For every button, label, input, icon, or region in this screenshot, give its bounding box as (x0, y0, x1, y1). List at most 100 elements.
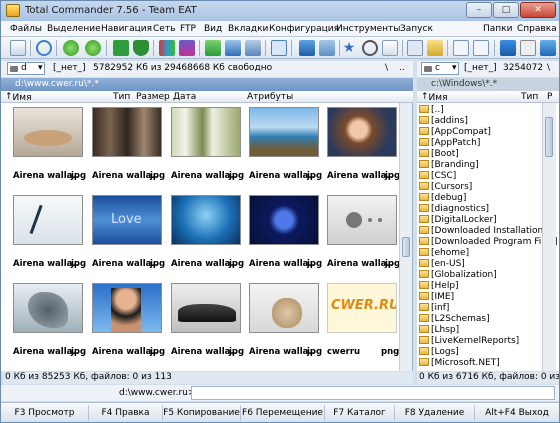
list-item[interactable]: [addins] (419, 116, 468, 127)
unselect-icon[interactable] (245, 40, 261, 56)
minimize-button[interactable]: – (466, 2, 492, 18)
file-item[interactable]: CWER.RU cwerru png (327, 283, 399, 357)
right-path[interactable]: c:\Windows\*.* (417, 78, 559, 91)
menu-navigation[interactable]: Навигация (101, 24, 152, 34)
right-scrollbar[interactable] (542, 103, 556, 371)
copy-names-icon[interactable] (407, 40, 423, 56)
wordpad-icon[interactable] (473, 40, 489, 56)
list-item[interactable]: [Branding] (419, 160, 479, 171)
star-icon[interactable]: ★ (341, 40, 357, 56)
col-name[interactable]: ↑ Имя (421, 92, 447, 103)
tool-icon-2[interactable] (520, 40, 536, 56)
menu-config[interactable]: Конфигурация (269, 24, 339, 34)
close-button[interactable]: ✕ (520, 2, 556, 18)
pack-icon[interactable] (113, 40, 129, 56)
maximize-button[interactable]: □ (493, 2, 519, 18)
list-item[interactable]: [ehome] (419, 248, 469, 259)
file-item[interactable]: Airena walla.. jpg (171, 195, 244, 269)
list-item[interactable]: [Downloaded Installations] (419, 226, 551, 237)
tool-icon[interactable] (500, 40, 516, 56)
col-size[interactable]: Р (547, 92, 552, 102)
list-item[interactable]: [en-US] (419, 259, 465, 270)
title-bar[interactable]: Total Commander 7.56 - Team EAT – □ ✕ (1, 1, 559, 21)
list-item[interactable]: [DigitalLocker] (419, 215, 497, 226)
list-item[interactable]: [LiveKernelReports] (419, 336, 519, 347)
file-item[interactable]: Airena walla.. jpg (92, 283, 165, 357)
file-item[interactable]: Airena walla.. jpg (171, 107, 244, 181)
command-input[interactable] (191, 386, 555, 400)
list-item[interactable]: [Cursors] (419, 182, 472, 193)
scrollbar-thumb[interactable] (402, 237, 410, 257)
left-drive-selector[interactable]: d ▾ (7, 62, 45, 75)
unpack-icon[interactable] (133, 40, 149, 56)
f3-view-button[interactable]: F3 Просмотр (1, 405, 89, 421)
col-type[interactable]: Тип (113, 92, 130, 102)
left-scrollbar[interactable] (399, 103, 412, 371)
brief-view-icon[interactable] (159, 40, 175, 56)
search-icon[interactable] (362, 40, 378, 56)
right-drive-selector[interactable]: c ▾ (421, 62, 459, 75)
menu-view[interactable]: Вид (204, 24, 222, 34)
menu-help[interactable]: Справка (517, 24, 557, 34)
left-file-panel[interactable]: Airena walla.. jpg Airena walla.. jpg Ai… (1, 103, 413, 371)
scrollbar-thumb[interactable] (545, 117, 553, 157)
list-item[interactable]: [debug] (419, 193, 466, 204)
list-item[interactable]: [Globalization] (419, 270, 497, 281)
col-name[interactable]: ↑ Имя (5, 92, 31, 103)
notes-icon[interactable] (427, 40, 443, 56)
settings-icon[interactable] (10, 40, 26, 56)
menu-launch[interactable]: Запуск (400, 24, 433, 34)
menu-ftp[interactable]: FTP (180, 24, 196, 34)
ftp-icon[interactable] (319, 40, 335, 56)
list-item[interactable]: [Help] (419, 281, 459, 292)
compare-icon[interactable] (382, 40, 398, 56)
up-button[interactable]: .. (399, 63, 405, 73)
list-item[interactable]: [Lhsp] (419, 325, 459, 336)
edit-icon[interactable] (271, 40, 287, 56)
col-attributes[interactable]: Атрибуты (247, 92, 293, 102)
list-item[interactable]: [AppPatch] (419, 138, 480, 149)
list-item[interactable]: [CSC] (419, 171, 456, 182)
file-item[interactable]: Airena walla.. jpg (327, 107, 400, 181)
select-icon[interactable] (225, 40, 241, 56)
file-item[interactable]: Airena walla.. jpg (249, 107, 322, 181)
file-item[interactable]: Airena walla.. jpg (249, 195, 322, 269)
menu-folders[interactable]: Папки (483, 24, 512, 34)
back-icon[interactable] (63, 40, 79, 56)
list-item[interactable]: [L2Schemas] (419, 314, 490, 325)
f8-delete-button[interactable]: F8 Удаление (395, 405, 475, 421)
sort-icon[interactable] (205, 40, 221, 56)
file-item[interactable]: Airena walla.. jpg (171, 283, 244, 357)
menu-tabs[interactable]: Вкладки (228, 24, 268, 34)
list-item[interactable]: [Boot] (419, 149, 459, 160)
file-item[interactable]: Love Airena walla.. jpg (92, 195, 165, 269)
list-item[interactable]: [Logs] (419, 347, 459, 358)
list-item[interactable]: [AppCompat] (419, 127, 491, 138)
altf4-exit-button[interactable]: Alt+F4 Выход (475, 405, 559, 421)
menu-files[interactable]: Файлы (10, 24, 42, 34)
network-icon[interactable] (299, 40, 315, 56)
file-item[interactable]: Airena walla.. jpg (92, 107, 165, 181)
file-item[interactable]: Airena walla.. jpg (249, 283, 322, 357)
root-button[interactable]: \ (385, 63, 388, 73)
col-date[interactable]: Дата (173, 92, 196, 102)
col-size[interactable]: Размер (136, 92, 170, 102)
col-type[interactable]: Тип (521, 92, 538, 102)
list-item[interactable]: [inf] (419, 303, 449, 314)
list-item[interactable]: [diagnostics] (419, 204, 489, 215)
menu-selection[interactable]: Выделение (47, 24, 101, 34)
right-file-panel[interactable]: [..] [addins] [AppCompat] [AppPatch] [Boot][… (417, 103, 559, 371)
list-item[interactable]: [..] (419, 105, 444, 116)
f6-move-button[interactable]: F6 Перемещение (241, 405, 325, 421)
file-item[interactable]: Airena walla.. jpg (13, 195, 86, 269)
root-button[interactable]: \ (547, 63, 550, 73)
list-item[interactable]: [Downloaded Program Files] (419, 237, 557, 248)
tool-icon-3[interactable] (540, 40, 556, 56)
refresh-icon[interactable] (36, 40, 52, 56)
file-item[interactable]: Airena walla.. jpg (327, 195, 400, 269)
file-item[interactable]: Airena walla.. jpg (13, 107, 86, 181)
list-item[interactable]: [IME] (419, 292, 454, 303)
file-item[interactable]: Airena walla.. jpg (13, 283, 86, 357)
f5-copy-button[interactable]: F5 Копирование (163, 405, 241, 421)
list-item[interactable]: [Microsoft.NET] (419, 358, 500, 369)
